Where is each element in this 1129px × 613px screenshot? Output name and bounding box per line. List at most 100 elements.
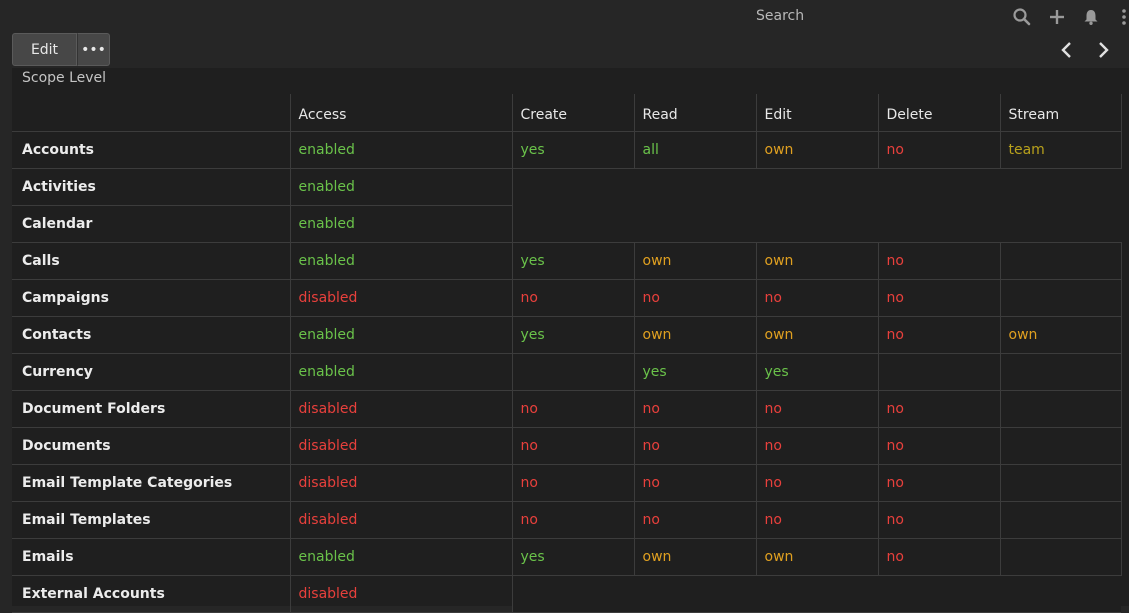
access-cell: enabled bbox=[289, 130, 513, 169]
create-cell: no bbox=[511, 278, 635, 317]
access-cell: disabled bbox=[289, 463, 513, 502]
scope-level-panel: Scope Level Access Create Read Edit Dele… bbox=[12, 68, 1129, 613]
table-row: Documents disabled no no no no bbox=[12, 426, 1122, 465]
scope-name: Email Templates bbox=[12, 500, 291, 539]
access-cell: enabled bbox=[289, 241, 513, 280]
scope-name: Documents bbox=[12, 426, 291, 465]
edit-cell: yes bbox=[755, 352, 879, 391]
delete-cell: no bbox=[877, 315, 1001, 354]
stream-cell bbox=[999, 352, 1122, 391]
header-create: Create bbox=[511, 94, 635, 132]
table-row: Email Template Categories disabled no no… bbox=[12, 463, 1122, 502]
header-scope bbox=[12, 94, 291, 132]
delete-cell: no bbox=[877, 389, 1001, 428]
table-row: Email Templates disabled no no no no bbox=[12, 500, 1122, 539]
table-row: Campaigns disabled no no no no bbox=[12, 278, 1122, 317]
panel-title: Scope Level bbox=[22, 70, 107, 86]
read-cell: no bbox=[633, 278, 757, 317]
scope-name: External Accounts bbox=[12, 574, 291, 613]
create-cell: no bbox=[511, 426, 635, 465]
edit-cell: own bbox=[755, 537, 879, 576]
read-cell: own bbox=[633, 315, 757, 354]
edit-button[interactable]: Edit bbox=[12, 33, 77, 66]
top-navbar: Search bbox=[0, 0, 1129, 34]
access-cell: disabled bbox=[289, 426, 513, 465]
table-row: Calls enabled yes own own no bbox=[12, 241, 1122, 280]
read-cell: no bbox=[633, 500, 757, 539]
more-actions-button[interactable]: ••• bbox=[77, 33, 110, 66]
access-cell: enabled bbox=[289, 167, 513, 206]
delete-cell: no bbox=[877, 537, 1001, 576]
create-cell: yes bbox=[511, 241, 635, 280]
table-row: Activities enabled bbox=[12, 167, 1121, 243]
stream-cell bbox=[999, 389, 1122, 428]
header-read: Read bbox=[633, 94, 757, 132]
read-cell: no bbox=[633, 389, 757, 428]
access-cell: disabled bbox=[289, 500, 513, 539]
stream-cell bbox=[999, 241, 1122, 280]
search-icon[interactable] bbox=[1012, 7, 1032, 27]
read-cell: own bbox=[633, 241, 757, 280]
read-cell: all bbox=[633, 130, 757, 169]
access-cell: enabled bbox=[289, 315, 513, 354]
delete-cell: no bbox=[877, 426, 1001, 465]
access-cell: disabled bbox=[289, 574, 513, 613]
read-cell: own bbox=[633, 537, 757, 576]
create-cell: no bbox=[511, 389, 635, 428]
delete-cell: no bbox=[877, 278, 1001, 317]
create-cell: yes bbox=[511, 130, 635, 169]
create-cell: yes bbox=[511, 315, 635, 354]
global-search-input[interactable]: Search bbox=[756, 8, 804, 24]
edit-cell: no bbox=[755, 426, 879, 465]
scope-name: Email Template Categories bbox=[12, 463, 291, 502]
stream-cell: own bbox=[999, 315, 1122, 354]
stream-cell bbox=[999, 426, 1122, 465]
read-cell: no bbox=[633, 426, 757, 465]
stream-cell bbox=[999, 278, 1122, 317]
stream-cell: team bbox=[999, 130, 1122, 169]
plus-icon[interactable] bbox=[1047, 7, 1067, 27]
table-header-row: Access Create Read Edit Delete Stream bbox=[12, 94, 1122, 132]
stream-cell bbox=[999, 500, 1122, 539]
scope-level-table: Access Create Read Edit Delete Stream Ac… bbox=[12, 94, 1122, 613]
edit-cell: own bbox=[755, 130, 879, 169]
table-row: Emails enabled yes own own no bbox=[12, 537, 1122, 576]
header-stream: Stream bbox=[999, 94, 1122, 132]
table-row: Document Folders disabled no no no no bbox=[12, 389, 1122, 428]
header-edit: Edit bbox=[755, 94, 879, 132]
create-cell bbox=[511, 352, 635, 391]
record-actions: Edit ••• bbox=[12, 33, 110, 66]
scope-name: Calls bbox=[12, 241, 291, 280]
delete-cell: no bbox=[877, 463, 1001, 502]
access-cell: enabled bbox=[289, 204, 513, 243]
scope-name: Emails bbox=[12, 537, 291, 576]
create-cell: no bbox=[511, 463, 635, 502]
edit-cell: no bbox=[755, 389, 879, 428]
kebab-icon[interactable] bbox=[1117, 7, 1127, 27]
chevron-left-icon[interactable] bbox=[1057, 40, 1077, 60]
access-cell: enabled bbox=[289, 352, 513, 391]
scope-name: Contacts bbox=[12, 315, 291, 354]
stream-cell bbox=[999, 537, 1122, 576]
scope-name: Calendar bbox=[12, 204, 291, 243]
delete-cell: no bbox=[877, 130, 1001, 169]
delete-cell: no bbox=[877, 500, 1001, 539]
table-row: External Accounts disabled bbox=[12, 574, 1121, 613]
edit-cell: own bbox=[755, 315, 879, 354]
table-row: Accounts enabled yes all own no team bbox=[12, 130, 1122, 169]
delete-cell: no bbox=[877, 241, 1001, 280]
header-delete: Delete bbox=[877, 94, 1001, 132]
bell-icon[interactable] bbox=[1081, 7, 1101, 27]
read-cell: no bbox=[633, 463, 757, 502]
scope-name: Accounts bbox=[12, 130, 291, 169]
access-cell: disabled bbox=[289, 278, 513, 317]
scope-name: Currency bbox=[12, 352, 291, 391]
chevron-right-icon[interactable] bbox=[1093, 40, 1113, 60]
create-cell: yes bbox=[511, 537, 635, 576]
read-cell: yes bbox=[633, 352, 757, 391]
delete-cell bbox=[877, 352, 1001, 391]
create-cell: no bbox=[511, 500, 635, 539]
header-access: Access bbox=[289, 94, 513, 132]
edit-cell: no bbox=[755, 463, 879, 502]
scope-name: Document Folders bbox=[12, 389, 291, 428]
